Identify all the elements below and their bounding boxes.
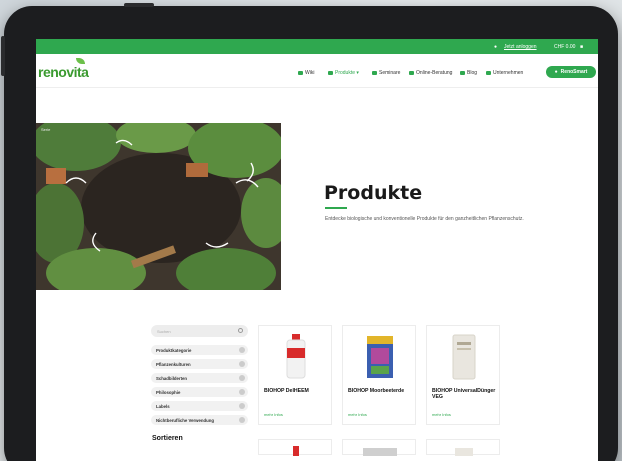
volume-button: [1, 36, 5, 76]
product-image-sack: [455, 448, 473, 456]
top-bar: ● Jetzt anloggen CHF 0.00 ■: [36, 39, 598, 54]
chevron-down-icon: [239, 389, 245, 395]
filter-label: Produktkategorie: [156, 348, 192, 353]
sort-heading: Sortieren: [152, 435, 183, 442]
chevron-down-icon: [239, 417, 245, 423]
chevron-down-icon: [239, 347, 245, 353]
more-info-link[interactable]: mehr Infos: [348, 412, 367, 417]
browser-screen: ● Jetzt anloggen CHF 0.00 ■ renovita Wik…: [36, 39, 598, 461]
nav-label: Produkte: [335, 70, 356, 76]
filter-label: Labels: [156, 404, 170, 409]
product-card[interactable]: [426, 439, 500, 456]
nav-item-seminare[interactable]: Seminare: [372, 70, 400, 76]
nav-item-wiki[interactable]: Wiki: [298, 70, 314, 76]
blog-icon: [460, 70, 465, 75]
title-underline: [325, 207, 347, 209]
nav-label: Seminare: [379, 70, 401, 76]
filter-pflanzenkulturen[interactable]: Pflanzenkulturen: [151, 359, 248, 369]
filter-label: Nichtberufliche Verwendung: [156, 418, 215, 423]
nav-label: Unternehmen: [493, 70, 524, 76]
chevron-down-icon: ▾: [356, 70, 359, 76]
nav-label: Online-Beratung: [416, 70, 453, 76]
filter-label: Schadbilderten: [156, 376, 188, 381]
building-icon: [486, 70, 491, 75]
product-card[interactable]: BIOHOP Moorbeeterde mehr Infos: [342, 325, 416, 425]
more-info-link[interactable]: mehr Infos: [264, 412, 283, 417]
nav-item-blog[interactable]: Blog: [460, 70, 477, 76]
image-label: Serie: [41, 127, 51, 132]
power-button: [124, 3, 154, 7]
nav-label: Blog: [467, 70, 478, 76]
filter-nichtberufliche-verwendung[interactable]: Nichtberufliche Verwendung: [151, 415, 248, 425]
filter-label: Philosophie: [156, 390, 181, 395]
book-icon: [298, 70, 303, 75]
product-card[interactable]: [258, 439, 332, 456]
product-search-input[interactable]: Suchen: [151, 325, 248, 337]
renosmart-button[interactable]: ● RenoSmart: [546, 66, 596, 78]
product-name[interactable]: BIOHOP UniversalDünger VEG: [432, 388, 498, 400]
cart-icon[interactable]: ■: [580, 44, 583, 50]
product-card[interactable]: BIOHOP UniversalDünger VEG mehr Infos: [426, 325, 500, 425]
nav-item-online-beratung[interactable]: Online-Beratung: [409, 70, 452, 76]
renovita-logo[interactable]: renovita: [38, 58, 89, 80]
filter-schadbilderten[interactable]: Schadbilderten: [151, 373, 248, 383]
chevron-down-icon: [239, 375, 245, 381]
search-placeholder: Suchen: [157, 329, 171, 334]
user-icon: ●: [494, 44, 498, 50]
chevron-down-icon: [239, 361, 245, 367]
leaf-icon: [328, 70, 333, 75]
product-image-sack: [452, 334, 476, 380]
leaf-icon: [409, 70, 414, 75]
nav-item-produkte[interactable]: Produkte ▾: [328, 70, 359, 76]
product-card[interactable]: [342, 439, 416, 456]
page-subtitle: Entdecke biologische und konventionelle …: [325, 216, 524, 222]
cta-label: RenoSmart: [560, 69, 588, 75]
search-icon[interactable]: [238, 328, 243, 333]
pin-icon: ●: [554, 69, 558, 75]
filter-produktkategorie[interactable]: Produktkategorie: [151, 345, 248, 355]
more-info-link[interactable]: mehr Infos: [432, 412, 451, 417]
nav-label: Wiki: [305, 70, 315, 76]
logo-text: renovita: [38, 64, 89, 80]
cart-total[interactable]: CHF 0.00: [554, 44, 575, 50]
product-image-bottle: [286, 334, 306, 379]
product-card[interactable]: BIOHOP DelHEEM mehr Infos: [258, 325, 332, 425]
group-icon: [372, 70, 377, 75]
main-navigation: renovita Wiki Produkte ▾ Seminare Online…: [36, 54, 598, 88]
product-image-bottle: [293, 446, 299, 456]
product-name[interactable]: BIOHOP DelHEEM: [264, 388, 330, 394]
filter-labels[interactable]: Labels: [151, 401, 248, 411]
product-image-bag: [363, 448, 397, 456]
filter-philosophie[interactable]: Philosophie: [151, 387, 248, 397]
page-title: Produkte: [324, 182, 423, 204]
hero-image: Serie: [36, 123, 281, 290]
product-name[interactable]: BIOHOP Moorbeeterde: [348, 388, 414, 394]
tablet-frame: ● Jetzt anloggen CHF 0.00 ■ renovita Wik…: [1, 3, 618, 461]
filter-label: Pflanzenkulturen: [156, 362, 191, 367]
nav-item-unternehmen[interactable]: Unternehmen: [486, 70, 523, 76]
chevron-down-icon: [239, 403, 245, 409]
garden-illustration: [36, 123, 281, 290]
login-link[interactable]: Jetzt anloggen: [504, 44, 537, 50]
product-image-bag: [367, 336, 393, 378]
